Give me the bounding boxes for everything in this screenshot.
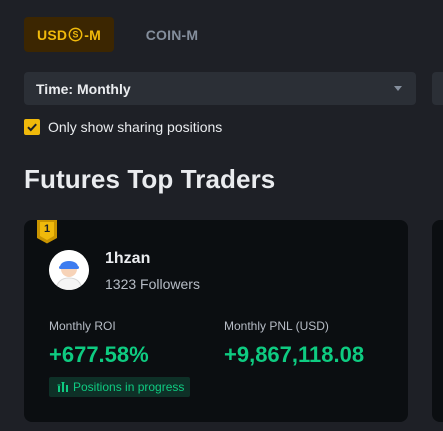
status-badge: Positions in progress (49, 377, 191, 397)
time-period-select[interactable]: Time: Monthly (24, 72, 416, 105)
roi-label: Monthly ROI (49, 319, 116, 333)
next-trader-card[interactable] (432, 220, 443, 422)
avatar-icon (49, 250, 89, 290)
status-badge-text: Positions in progress (73, 380, 185, 394)
sharing-positions-checkbox[interactable] (24, 119, 40, 135)
pnl-label: Monthly PNL (USD) (224, 319, 329, 333)
checkmark-icon (27, 123, 37, 132)
secondary-select[interactable] (432, 72, 443, 105)
positions-icon (57, 382, 68, 392)
sharing-positions-filter: Only show sharing positions (24, 118, 222, 136)
sharing-positions-label[interactable]: Only show sharing positions (48, 119, 222, 135)
page-title: Futures Top Traders (24, 164, 276, 194)
tab-coin-label: COIN-M (145, 26, 199, 43)
rank-number: 1 (43, 223, 51, 235)
rank-badge: 1 (36, 220, 58, 244)
svg-text:S: S (73, 30, 79, 40)
avatar[interactable] (49, 250, 89, 290)
tab-usds-suffix: -M (84, 26, 101, 43)
time-period-value: Time: Monthly (36, 80, 131, 97)
roi-value: +677.58% (49, 342, 149, 367)
tab-usds-m[interactable]: USD S -M (24, 17, 114, 52)
tab-usds-prefix: USD (37, 26, 68, 43)
tab-coin-m[interactable]: COIN-M (126, 17, 218, 52)
trader-card[interactable]: 1 1hzan 1323 Followers Monthly ROI +677.… (24, 220, 408, 422)
dollar-coin-icon: S (68, 27, 83, 42)
chevron-down-icon (394, 86, 402, 91)
trader-name[interactable]: 1hzan (105, 250, 150, 268)
pnl-value: +9,867,118.08 (224, 342, 365, 367)
followers-count: 1323 Followers (105, 276, 200, 292)
